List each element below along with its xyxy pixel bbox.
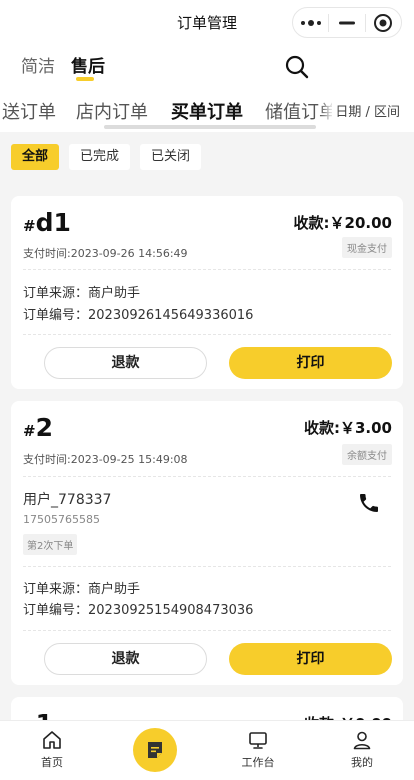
print-button[interactable]: 打印 [229, 347, 392, 379]
order-number: #2 [23, 413, 53, 442]
close-mini-program-button[interactable] [366, 8, 401, 37]
tabbar-mine[interactable]: 我的 [327, 729, 397, 770]
order-source: 订单来源：商户助手 [23, 286, 141, 301]
status-filter-row: 全部 已完成 已关闭 [11, 144, 202, 170]
tabbar-workbench[interactable]: 工作台 [223, 729, 293, 770]
order-category-tabs: 送订单 店内订单 买单订单 储值订单 日期 / 区间 [0, 92, 414, 132]
filter-closed[interactable]: 已关闭 [140, 144, 202, 170]
notepad-icon [148, 742, 162, 758]
divider [23, 566, 391, 567]
order-count-tag: 第2次下单 [23, 534, 78, 555]
divider [23, 269, 391, 270]
tabbar-orders[interactable] [133, 728, 177, 772]
minus-icon [338, 21, 355, 24]
target-icon [374, 13, 393, 32]
mode-tab-bar: 简洁 售后 [0, 44, 414, 92]
divider [23, 630, 391, 631]
tabbar-mine-label: 我的 [351, 756, 373, 769]
call-customer-button[interactable] [357, 491, 381, 515]
search-button[interactable] [284, 54, 310, 80]
payment-method-badge: 余额支付 [342, 444, 392, 465]
filter-all[interactable]: 全部 [11, 144, 60, 170]
tabbar-home-label: 首页 [41, 756, 63, 769]
user-icon [353, 731, 371, 750]
payment-method-badge: 现金支付 [342, 237, 392, 258]
more-dots-icon [300, 19, 321, 26]
mini-program-capsule [292, 7, 402, 38]
tabbar-home[interactable]: 首页 [17, 729, 87, 770]
order-card: #d1 支付时间:2023-09-26 14:56:49 收款:￥20.00 现… [11, 196, 403, 389]
refund-button[interactable]: 退款 [44, 643, 207, 675]
bottom-tab-bar: 首页 工作台 我的 [0, 720, 414, 780]
order-serial: 订单编号：20230926145649336016 [23, 308, 254, 323]
filter-completed[interactable]: 已完成 [69, 144, 131, 170]
customer-phone: 17505765585 [23, 513, 100, 526]
order-amount: 收款:￥3.00 [303, 419, 392, 437]
divider [23, 334, 391, 335]
active-tab-indicator [76, 77, 94, 81]
order-source: 订单来源：商户助手 [23, 582, 141, 597]
more-button[interactable] [293, 8, 328, 37]
phone-icon [360, 494, 378, 512]
minimize-button[interactable] [329, 8, 364, 37]
tab-pay-orders[interactable]: 买单订单 [171, 98, 243, 124]
tab-scrollbar[interactable] [104, 125, 316, 129]
nav-bar: 订单管理 [0, 0, 414, 44]
tab-after-sales[interactable]: 售后 [71, 52, 105, 77]
date-range-filter[interactable]: 日期 / 区间 [332, 92, 414, 128]
tab-stored-value-orders[interactable]: 储值订单 [265, 98, 337, 124]
order-serial: 订单编号：20230925154908473036 [23, 603, 254, 618]
home-icon [43, 731, 61, 749]
payment-time: 支付时间:2023-09-25 15:49:08 [23, 453, 188, 466]
order-card: #2 支付时间:2023-09-25 15:49:08 收款:￥3.00 余额支… [11, 401, 403, 685]
refund-button[interactable]: 退款 [44, 347, 207, 379]
search-icon [285, 55, 309, 79]
tab-simple[interactable]: 简洁 [21, 52, 55, 77]
tab-dine-in-orders[interactable]: 店内订单 [76, 98, 148, 124]
order-number: #d1 [23, 208, 71, 237]
payment-time: 支付时间:2023-09-26 14:56:49 [23, 247, 188, 260]
print-button[interactable]: 打印 [229, 643, 392, 675]
divider [23, 476, 391, 477]
tabbar-workbench-label: 工作台 [241, 756, 275, 769]
order-amount: 收款:￥20.00 [293, 214, 392, 232]
customer-name: 用户_778337 [23, 492, 112, 508]
monitor-icon [249, 732, 267, 749]
tab-delivery-orders[interactable]: 送订单 [2, 98, 56, 124]
